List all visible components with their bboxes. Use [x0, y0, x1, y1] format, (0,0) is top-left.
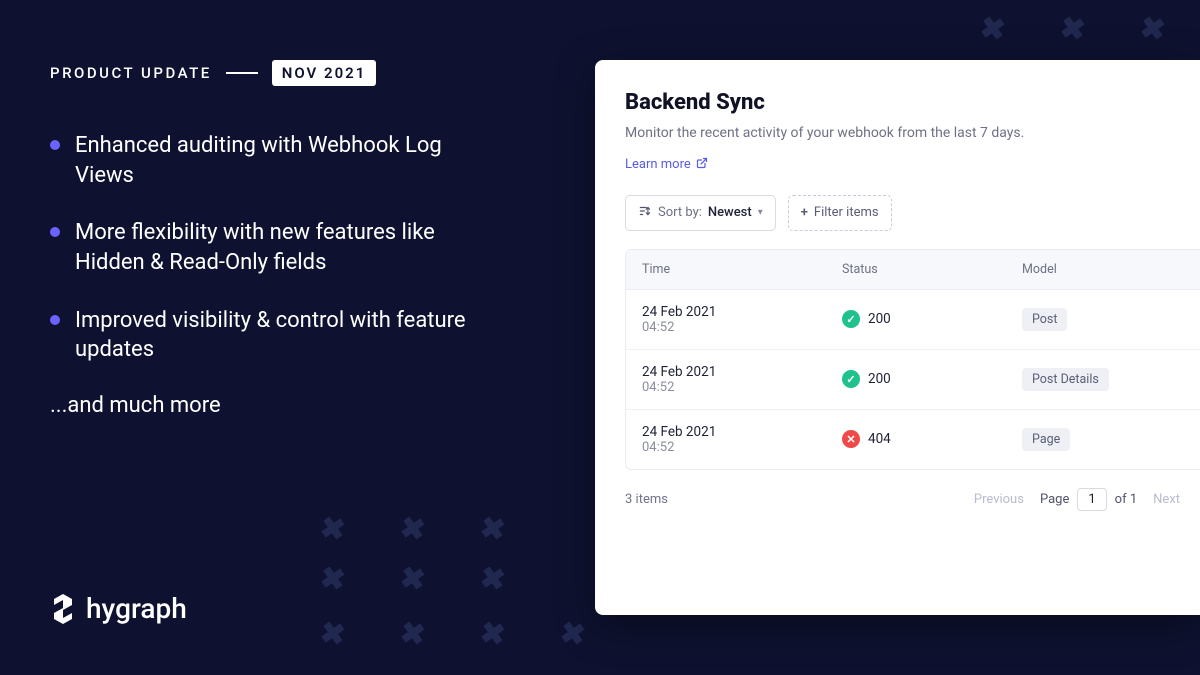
decor-x-icon: ✖ — [398, 513, 428, 547]
webhook-table: Time Status Model 24 Feb 2021 04:52 ✓ 20… — [625, 249, 1200, 470]
status-code: 200 — [868, 311, 891, 327]
panel-subtitle: Monitor the recent activity of your webh… — [625, 125, 1200, 141]
decor-x-icon: ✖ — [318, 618, 348, 652]
filter-button[interactable]: + Filter items — [788, 195, 892, 231]
cell-status: ✕ 404 — [842, 430, 1022, 448]
page-number-input[interactable]: 1 — [1077, 488, 1106, 511]
brand-mark-icon — [50, 593, 76, 625]
model-pill: Post — [1022, 308, 1067, 331]
page-of-label: of 1 — [1115, 492, 1137, 507]
left-panel: PRODUCT UPDATE NOV 2021 Enhanced auditin… — [50, 60, 550, 418]
bullet-list: Enhanced auditing with Webhook Log Views… — [50, 131, 550, 365]
cell-model: Post Details — [1022, 368, 1184, 391]
cell-status: ✓ 200 — [842, 370, 1022, 388]
next-button[interactable]: Next — [1153, 492, 1180, 507]
page-indicator: Page 1 of 1 — [1040, 488, 1137, 511]
sort-button[interactable]: Sort by: Newest ▾ — [625, 195, 776, 231]
cell-date: 24 Feb 2021 — [642, 304, 842, 320]
header-row: PRODUCT UPDATE NOV 2021 — [50, 60, 550, 86]
table-row[interactable]: 24 Feb 2021 04:52 ✓ 200 Post — [626, 290, 1200, 350]
cell-clock: 04:52 — [642, 320, 842, 335]
decor-x-icon: ✖ — [478, 618, 508, 652]
cell-time: 24 Feb 2021 04:52 — [642, 424, 842, 455]
cell-date: 24 Feb 2021 — [642, 424, 842, 440]
header-badge: NOV 2021 — [272, 60, 377, 86]
decor-x-icon: ✖ — [478, 513, 508, 547]
bullet-item: Improved visibility & control with featu… — [75, 306, 485, 365]
prev-button[interactable]: Previous — [974, 492, 1024, 507]
decor-x-icon: ✖ — [398, 618, 428, 652]
decor-x-icon: ✖ — [1138, 13, 1168, 47]
bullet-item: Enhanced auditing with Webhook Log Views — [75, 131, 485, 190]
chevron-down-icon: ▾ — [758, 207, 763, 218]
table-row[interactable]: 24 Feb 2021 04:52 ✕ 404 Page — [626, 410, 1200, 469]
decor-x-icon: ✖ — [318, 563, 348, 597]
decor-x-icon: ✖ — [318, 513, 348, 547]
col-model: Model — [1022, 262, 1184, 277]
panel-title: Backend Sync — [625, 90, 1200, 115]
model-pill: Post Details — [1022, 368, 1109, 391]
header-divider — [226, 72, 258, 74]
col-time: Time — [642, 262, 842, 277]
col-status: Status — [842, 262, 1022, 277]
cell-clock: 04:52 — [642, 440, 842, 455]
external-link-icon — [696, 157, 708, 173]
cell-model: Post — [1022, 308, 1184, 331]
learn-more-link[interactable]: Learn more — [625, 157, 708, 173]
pager: Previous Page 1 of 1 Next — [974, 488, 1180, 511]
filter-label: Filter items — [814, 205, 879, 220]
status-error-icon: ✕ — [842, 430, 860, 448]
table-header: Time Status Model — [626, 250, 1200, 290]
decor-x-icon: ✖ — [398, 563, 428, 597]
header-label: PRODUCT UPDATE — [50, 64, 212, 82]
decor-x-icon: ✖ — [1058, 13, 1088, 47]
table-footer: 3 items Previous Page 1 of 1 Next — [625, 470, 1200, 511]
decor-x-icon: ✖ — [978, 13, 1008, 47]
status-success-icon: ✓ — [842, 370, 860, 388]
sort-icon — [638, 204, 652, 222]
sort-label: Sort by: — [658, 205, 702, 220]
more-text: ...and much more — [50, 393, 550, 418]
brand-logo: hygraph — [50, 592, 187, 625]
learn-more-label: Learn more — [625, 157, 691, 172]
cell-date: 24 Feb 2021 — [642, 364, 842, 380]
bullet-item: More flexibility with new features like … — [75, 218, 485, 277]
cell-status: ✓ 200 — [842, 310, 1022, 328]
plus-icon: + — [801, 205, 808, 220]
decor-x-icon: ✖ — [558, 618, 588, 652]
table-row[interactable]: 24 Feb 2021 04:52 ✓ 200 Post Details — [626, 350, 1200, 410]
webhook-panel: Backend Sync Monitor the recent activity… — [595, 60, 1200, 615]
cell-time: 24 Feb 2021 04:52 — [642, 364, 842, 395]
status-success-icon: ✓ — [842, 310, 860, 328]
cell-model: Page — [1022, 428, 1184, 451]
sort-value: Newest — [708, 205, 752, 220]
status-code: 200 — [868, 371, 891, 387]
status-code: 404 — [868, 431, 891, 447]
item-count: 3 items — [625, 492, 668, 507]
page-label: Page — [1040, 492, 1069, 507]
cell-time: 24 Feb 2021 04:52 — [642, 304, 842, 335]
cell-clock: 04:52 — [642, 380, 842, 395]
toolbar: Sort by: Newest ▾ + Filter items — [625, 195, 1200, 231]
decor-x-icon: ✖ — [478, 563, 508, 597]
brand-wordmark: hygraph — [86, 592, 187, 625]
model-pill: Page — [1022, 428, 1070, 451]
